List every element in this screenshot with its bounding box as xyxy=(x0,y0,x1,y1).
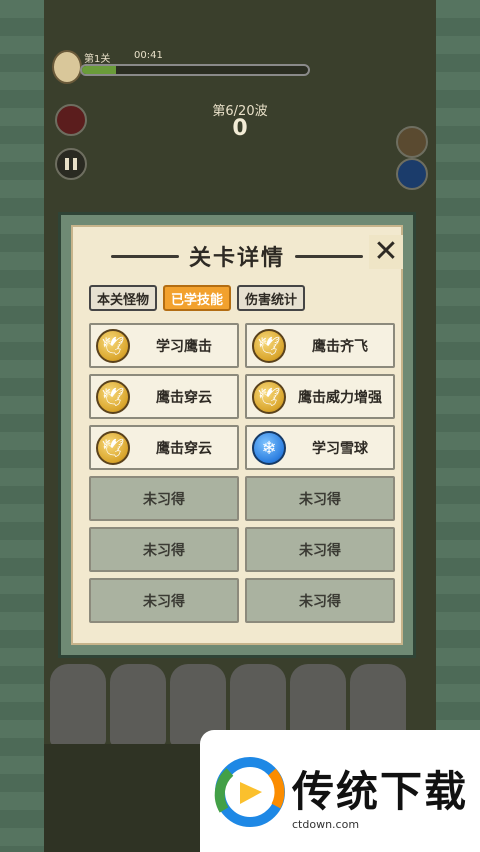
skill-name: 鹰击威力增强 xyxy=(298,389,382,406)
level-progress-bar xyxy=(80,64,310,76)
skill-card[interactable]: 🕊 鹰击穿云 xyxy=(89,374,239,419)
level-timer: 00:41 xyxy=(134,50,163,61)
locked-skill-slot[interactable]: 未习得 xyxy=(89,578,239,623)
watermark-banner: 传统下载 ctdown.com xyxy=(200,730,480,852)
eagle-icon: 🕊 xyxy=(96,431,130,465)
dialog-panel: 关卡详情 ✕ 本关怪物 已学技能 伤害统计 🕊 学习鹰击 🕊 鹰击齐飞 🕊 鹰击穿云 🕊 鹰击… xyxy=(71,225,403,645)
skill-card[interactable]: 🕊 鹰击齐飞 xyxy=(245,323,395,368)
title-ornament-left xyxy=(110,254,179,258)
skill-name: 鹰击齐飞 xyxy=(312,338,368,355)
skill-card[interactable]: 🕊 学习鹰击 xyxy=(89,323,239,368)
pause-icon-bar xyxy=(73,158,77,170)
locked-skill-label: 未习得 xyxy=(299,593,341,610)
spirit-icon[interactable] xyxy=(396,158,428,190)
tab-damage-stats[interactable]: 伤害统计 xyxy=(237,285,306,311)
watermark-brand-text: 传统下载 xyxy=(292,767,469,816)
skill-card[interactable]: 🕊 鹰击威力增强 xyxy=(245,374,395,419)
pause-icon-bar xyxy=(65,158,69,170)
level-progress-fill xyxy=(82,66,116,74)
locked-skill-slot[interactable]: 未习得 xyxy=(245,476,395,521)
locked-skill-slot[interactable]: 未习得 xyxy=(245,527,395,572)
locked-skill-slot[interactable]: 未习得 xyxy=(89,476,239,521)
player-avatar xyxy=(52,50,82,84)
skill-grid: 🕊 学习鹰击 🕊 鹰击齐飞 🕊 鹰击穿云 🕊 鹰击威力增强 🕊 鹰击穿云 ❄ 学习雪球 未习得 未习得 未习… xyxy=(89,323,395,623)
skill-slot-icon[interactable] xyxy=(396,126,428,158)
level-label: 第1关 xyxy=(84,54,111,65)
snowball-icon: ❄ xyxy=(252,431,286,465)
locked-skill-label: 未习得 xyxy=(143,491,185,508)
watermark-url: ctdown.com xyxy=(292,818,360,831)
locked-skill-slot[interactable]: 未习得 xyxy=(89,527,239,572)
tab-learned-skills[interactable]: 已学技能 xyxy=(163,285,232,311)
pause-button[interactable] xyxy=(55,148,87,180)
tab-monsters[interactable]: 本关怪物 xyxy=(89,285,158,311)
level-details-dialog: 关卡详情 ✕ 本关怪物 已学技能 伤害统计 🕊 学习鹰击 🕊 鹰击齐飞 🕊 鹰击穿云 🕊 鹰击… xyxy=(58,212,416,658)
close-icon[interactable]: ✕ xyxy=(369,235,403,269)
rock-barrier xyxy=(110,664,166,746)
locked-skill-label: 未习得 xyxy=(299,491,341,508)
dialog-title: 关卡详情 xyxy=(188,246,285,271)
skill-card[interactable]: 🕊 鹰击穿云 xyxy=(89,425,239,470)
book-icon[interactable] xyxy=(55,104,87,136)
dialog-header: 关卡详情 xyxy=(73,241,401,271)
rock-barrier xyxy=(50,664,106,746)
eagle-icon: 🕊 xyxy=(252,380,286,414)
skill-name: 学习雪球 xyxy=(312,440,368,457)
skill-name: 鹰击穿云 xyxy=(156,440,212,457)
skill-name: 学习鹰击 xyxy=(156,338,212,355)
locked-skill-label: 未习得 xyxy=(143,593,185,610)
eagle-icon: 🕊 xyxy=(96,380,130,414)
brand-logo-icon xyxy=(214,757,285,827)
eagle-icon: 🕊 xyxy=(252,329,286,363)
skill-name: 鹰击穿云 xyxy=(156,389,212,406)
locked-skill-slot[interactable]: 未习得 xyxy=(245,578,395,623)
tab-bar: 本关怪物 已学技能 伤害统计 xyxy=(89,285,306,311)
eagle-icon: 🕊 xyxy=(96,329,130,363)
locked-skill-label: 未习得 xyxy=(143,542,185,559)
locked-skill-label: 未习得 xyxy=(299,542,341,559)
title-ornament-right xyxy=(295,254,363,258)
skill-card[interactable]: ❄ 学习雪球 xyxy=(245,425,395,470)
